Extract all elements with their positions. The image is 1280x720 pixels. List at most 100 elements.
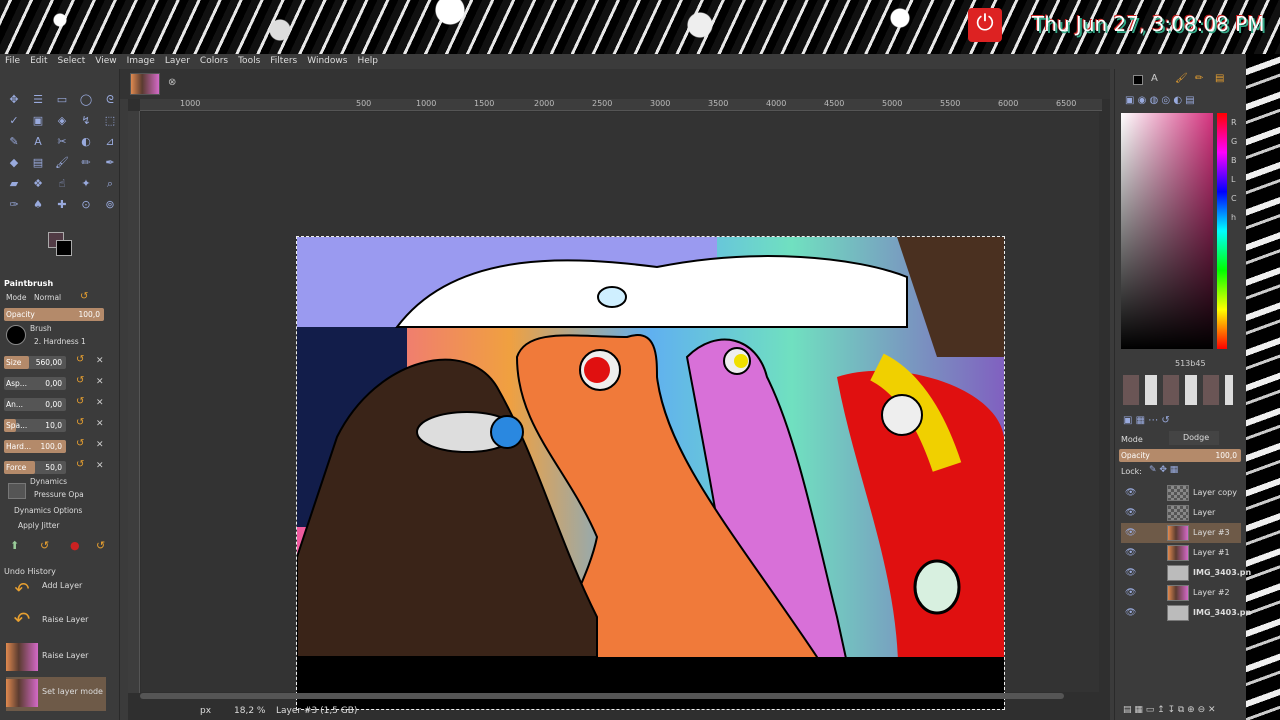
fuzzy-select-icon[interactable]: ✓: [4, 112, 24, 130]
paintbrush-icon[interactable]: 🖌: [52, 154, 72, 172]
size-chain-icon[interactable]: ✕: [96, 356, 104, 366]
horizontal-scrollbar[interactable]: [140, 693, 1064, 699]
eye-icon[interactable]: 👁: [1125, 608, 1136, 618]
layer-row[interactable]: 👁 IMG_3403.pn: [1121, 563, 1251, 583]
airbrush-icon[interactable]: ✒: [100, 154, 120, 172]
delete-options-icon[interactable]: ●: [70, 539, 80, 552]
measure-icon[interactable]: ⊿: [100, 133, 120, 151]
scissors-icon[interactable]: ✂: [52, 133, 72, 151]
eye-icon[interactable]: 👁: [1125, 548, 1136, 558]
eraser-icon[interactable]: ▰: [4, 175, 24, 193]
layer-row-active[interactable]: 👁 Layer #3: [1121, 523, 1241, 543]
menu-view[interactable]: View: [90, 54, 121, 69]
gradient-icon[interactable]: ▤: [1215, 73, 1224, 84]
fg-color-mini[interactable]: [1133, 75, 1143, 85]
dynamics-options[interactable]: Dynamics Options: [14, 506, 82, 520]
force-reset-icon[interactable]: ↺: [76, 459, 84, 470]
image-tab-thumbnail[interactable]: [130, 73, 160, 95]
unified-transform-icon[interactable]: ◈: [52, 112, 72, 130]
aspect-reset-icon[interactable]: ↺: [76, 375, 84, 386]
menu-file[interactable]: File: [0, 54, 25, 69]
hardness-reset-icon[interactable]: ↺: [76, 438, 84, 449]
clone-icon[interactable]: ❖: [28, 175, 48, 193]
unit-select[interactable]: px: [200, 706, 211, 716]
brush-icon[interactable]: 🖌: [1175, 73, 1188, 84]
menu-colors[interactable]: Colors: [195, 54, 233, 69]
menu-filters[interactable]: Filters: [265, 54, 302, 69]
angle-reset-icon[interactable]: ↺: [76, 396, 84, 407]
zoom-select[interactable]: 18,2 %: [234, 706, 265, 716]
menu-image[interactable]: Image: [122, 54, 160, 69]
size-reset-icon[interactable]: ↺: [76, 354, 84, 365]
background-color[interactable]: [56, 240, 72, 256]
eye-icon[interactable]: 👁: [1125, 488, 1136, 498]
blend-icon[interactable]: ▤: [28, 154, 48, 172]
hardness-chain-icon[interactable]: ✕: [96, 440, 104, 450]
color-history[interactable]: [1123, 375, 1233, 405]
layer-row[interactable]: 👁 Layer #1: [1121, 543, 1241, 563]
lock-icons[interactable]: ✎ ✥ ▦: [1149, 465, 1178, 475]
pencil-icon[interactable]: ✏: [1195, 73, 1203, 84]
channel-h[interactable]: h: [1231, 208, 1237, 227]
text-icon[interactable]: A: [28, 133, 48, 151]
undo-item[interactable]: ↶ Raise Layer: [6, 605, 106, 639]
eye-icon[interactable]: 👁: [1125, 588, 1136, 598]
menu-select[interactable]: Select: [53, 54, 91, 69]
mypaint-icon[interactable]: ♠: [28, 196, 48, 214]
cage-icon[interactable]: ⬚: [100, 112, 120, 130]
zoom-icon[interactable]: ⊙: [76, 196, 96, 214]
eye-icon[interactable]: 👁: [1125, 508, 1136, 518]
heal-icon[interactable]: ✚: [52, 196, 72, 214]
dynamics-icon[interactable]: [8, 483, 26, 499]
restore-options-icon[interactable]: ↺: [40, 539, 49, 552]
force-slider[interactable]: Force 50,0: [4, 461, 66, 474]
undo-item-active[interactable]: Set layer mode: [6, 677, 106, 711]
layer-opacity-slider[interactable]: Opacity 100,0: [1119, 449, 1241, 462]
aspect-slider[interactable]: Asp... 0,00: [4, 377, 66, 390]
apply-jitter-checkbox[interactable]: Apply Jitter: [18, 521, 59, 535]
fg-bg-color-swatch[interactable]: [48, 232, 74, 258]
eye-icon[interactable]: 👁: [1125, 528, 1136, 538]
size-slider[interactable]: Size 560,00: [4, 356, 66, 369]
force-chain-icon[interactable]: ✕: [96, 461, 104, 471]
menu-layer[interactable]: Layer: [160, 54, 195, 69]
opacity-slider[interactable]: Opacity 100,0: [4, 308, 104, 321]
angle-chain-icon[interactable]: ✕: [96, 398, 104, 408]
image-canvas[interactable]: [296, 236, 1005, 710]
eye-icon[interactable]: 👁: [1125, 568, 1136, 578]
ellipse-select-icon[interactable]: ◯: [76, 91, 96, 109]
ink-icon[interactable]: ✑: [4, 196, 24, 214]
spacing-reset-icon[interactable]: ↺: [76, 417, 84, 428]
dynamics-value[interactable]: Pressure Opa: [34, 490, 84, 504]
rect-select-icon[interactable]: ▭: [52, 91, 72, 109]
close-tab-icon[interactable]: ⊗: [168, 77, 176, 88]
hue-slider[interactable]: [1217, 113, 1227, 349]
warp-icon[interactable]: ↯: [76, 112, 96, 130]
layer-row[interactable]: 👁 Layer: [1121, 503, 1241, 523]
path-icon[interactable]: ✎: [4, 133, 24, 151]
undo-item[interactable]: Raise Layer: [6, 641, 106, 675]
channel-b[interactable]: B: [1231, 151, 1237, 170]
lasso-icon[interactable]: ᘓ: [100, 91, 120, 109]
hex-value[interactable]: 513b45: [1175, 359, 1206, 368]
layers-tabs-icons[interactable]: ▣ ▦ ⋯ ↺: [1123, 415, 1170, 426]
bucket-fill-icon[interactable]: ◆: [4, 154, 24, 172]
spacing-chain-icon[interactable]: ✕: [96, 419, 104, 429]
channel-r[interactable]: R: [1231, 113, 1237, 132]
color-picker-square[interactable]: [1121, 113, 1213, 349]
channel-c[interactable]: C: [1231, 189, 1237, 208]
pencil-icon[interactable]: ✏: [76, 154, 96, 172]
layer-row[interactable]: 👁 Layer #2: [1121, 583, 1241, 603]
menu-tools[interactable]: Tools: [233, 54, 265, 69]
align-tool-icon[interactable]: ☰: [28, 91, 48, 109]
brush-preview[interactable]: [6, 325, 26, 345]
layer-action-icons[interactable]: ▤ ▦ ▭ ↥ ↧ ⧉ ⊕ ⊖ ✕: [1123, 705, 1216, 715]
foreground-select-icon[interactable]: ◐: [76, 133, 96, 151]
save-options-icon[interactable]: ⬆: [10, 539, 19, 552]
dodge-icon[interactable]: ✦: [76, 175, 96, 193]
crop-icon[interactable]: ▣: [28, 112, 48, 130]
channel-l[interactable]: L: [1231, 170, 1237, 189]
text-icon[interactable]: A: [1151, 73, 1158, 84]
brush-value[interactable]: 2. Hardness 1: [34, 337, 86, 351]
menu-edit[interactable]: Edit: [25, 54, 52, 69]
